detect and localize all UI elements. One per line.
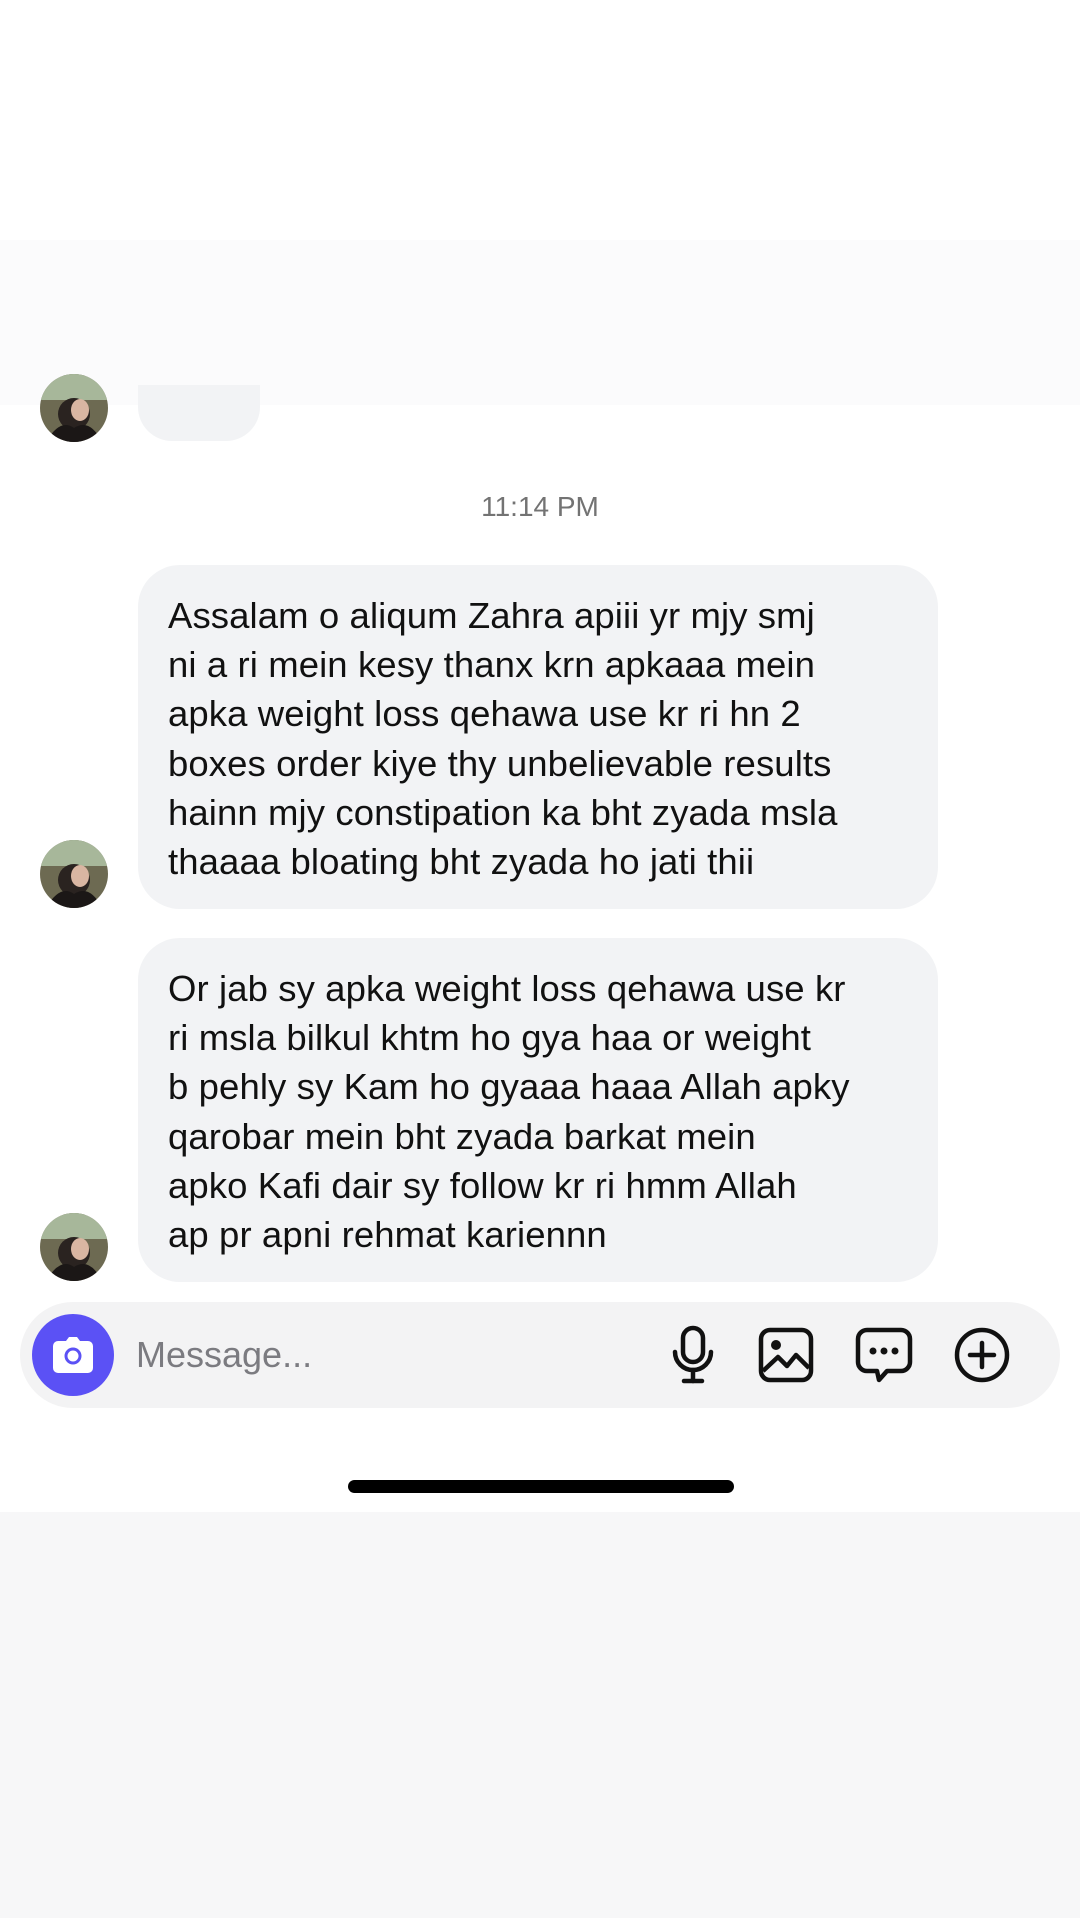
- chat-bubble-icon: [855, 1327, 913, 1383]
- avatar-photo: [40, 840, 108, 908]
- sender-avatar[interactable]: [40, 374, 108, 442]
- sticker-button[interactable]: [854, 1325, 914, 1385]
- avatar-photo: [40, 1213, 108, 1281]
- camera-button[interactable]: [32, 1314, 114, 1396]
- sender-avatar[interactable]: [40, 1213, 108, 1281]
- message-text-line: Assalam o aliqum Zahra apiii yr mjy smj: [168, 595, 815, 636]
- message-text-line: ap pr apni rehmat kariennn: [168, 1214, 607, 1256]
- message-composer: [20, 1302, 1060, 1408]
- message-text-line: thaaaa bloating bht zyada ho jati thii: [168, 841, 755, 883]
- microphone-icon: [672, 1325, 714, 1384]
- message-input[interactable]: [136, 1328, 516, 1382]
- message-text-line: Or jab sy apka weight loss qehawa use kr: [168, 968, 846, 1009]
- gallery-button[interactable]: [756, 1325, 816, 1385]
- bottom-blank-area: [0, 1512, 1080, 1918]
- message-timestamp: 11:14 PM: [481, 491, 599, 522]
- message-text-line: boxes order kiye thy unbelievable result…: [168, 742, 832, 784]
- avatar-photo: [40, 374, 108, 442]
- more-options-button[interactable]: [952, 1325, 1012, 1385]
- message-bubble[interactable]: Or jab sy apka weight loss qehawa use kr…: [138, 938, 938, 1282]
- sender-avatar[interactable]: [40, 840, 108, 908]
- previous-message-bubble[interactable]: [138, 385, 260, 441]
- home-indicator[interactable]: [348, 1480, 734, 1493]
- message-text-line: apko Kafi dair sy follow kr ri hmm Allah: [168, 1164, 797, 1206]
- top-blank-area: [0, 0, 1080, 240]
- message-text-line: ri msla bilkul khtm ho gya haa or weight: [168, 1017, 812, 1059]
- message-bubble[interactable]: Assalam o aliqum Zahra apiii yr mjy smj …: [138, 565, 938, 909]
- image-icon: [758, 1327, 814, 1383]
- message-text-line: ni a ri mein kesy thanx krn apkaaa mein: [168, 644, 816, 686]
- voice-message-button[interactable]: [663, 1325, 723, 1385]
- message-text-line: apka weight loss qehawa use kr ri hn 2: [168, 693, 801, 735]
- message-text-line: hainn mjy constipation ka bht zyada msla: [168, 791, 838, 833]
- message-text-line: qarobar mein bht zyada barkat mein: [168, 1115, 756, 1157]
- plus-circle-icon: [954, 1327, 1010, 1383]
- message-text-line: b pehly sy Kam ho gyaaa haaa Allah apky: [168, 1066, 850, 1108]
- camera-icon: [53, 1337, 93, 1373]
- header-overlay-band: [0, 240, 1080, 405]
- dm-thread-screen: 11:14 PM Assalam o aliqum Zahra apiii yr…: [0, 0, 1080, 1918]
